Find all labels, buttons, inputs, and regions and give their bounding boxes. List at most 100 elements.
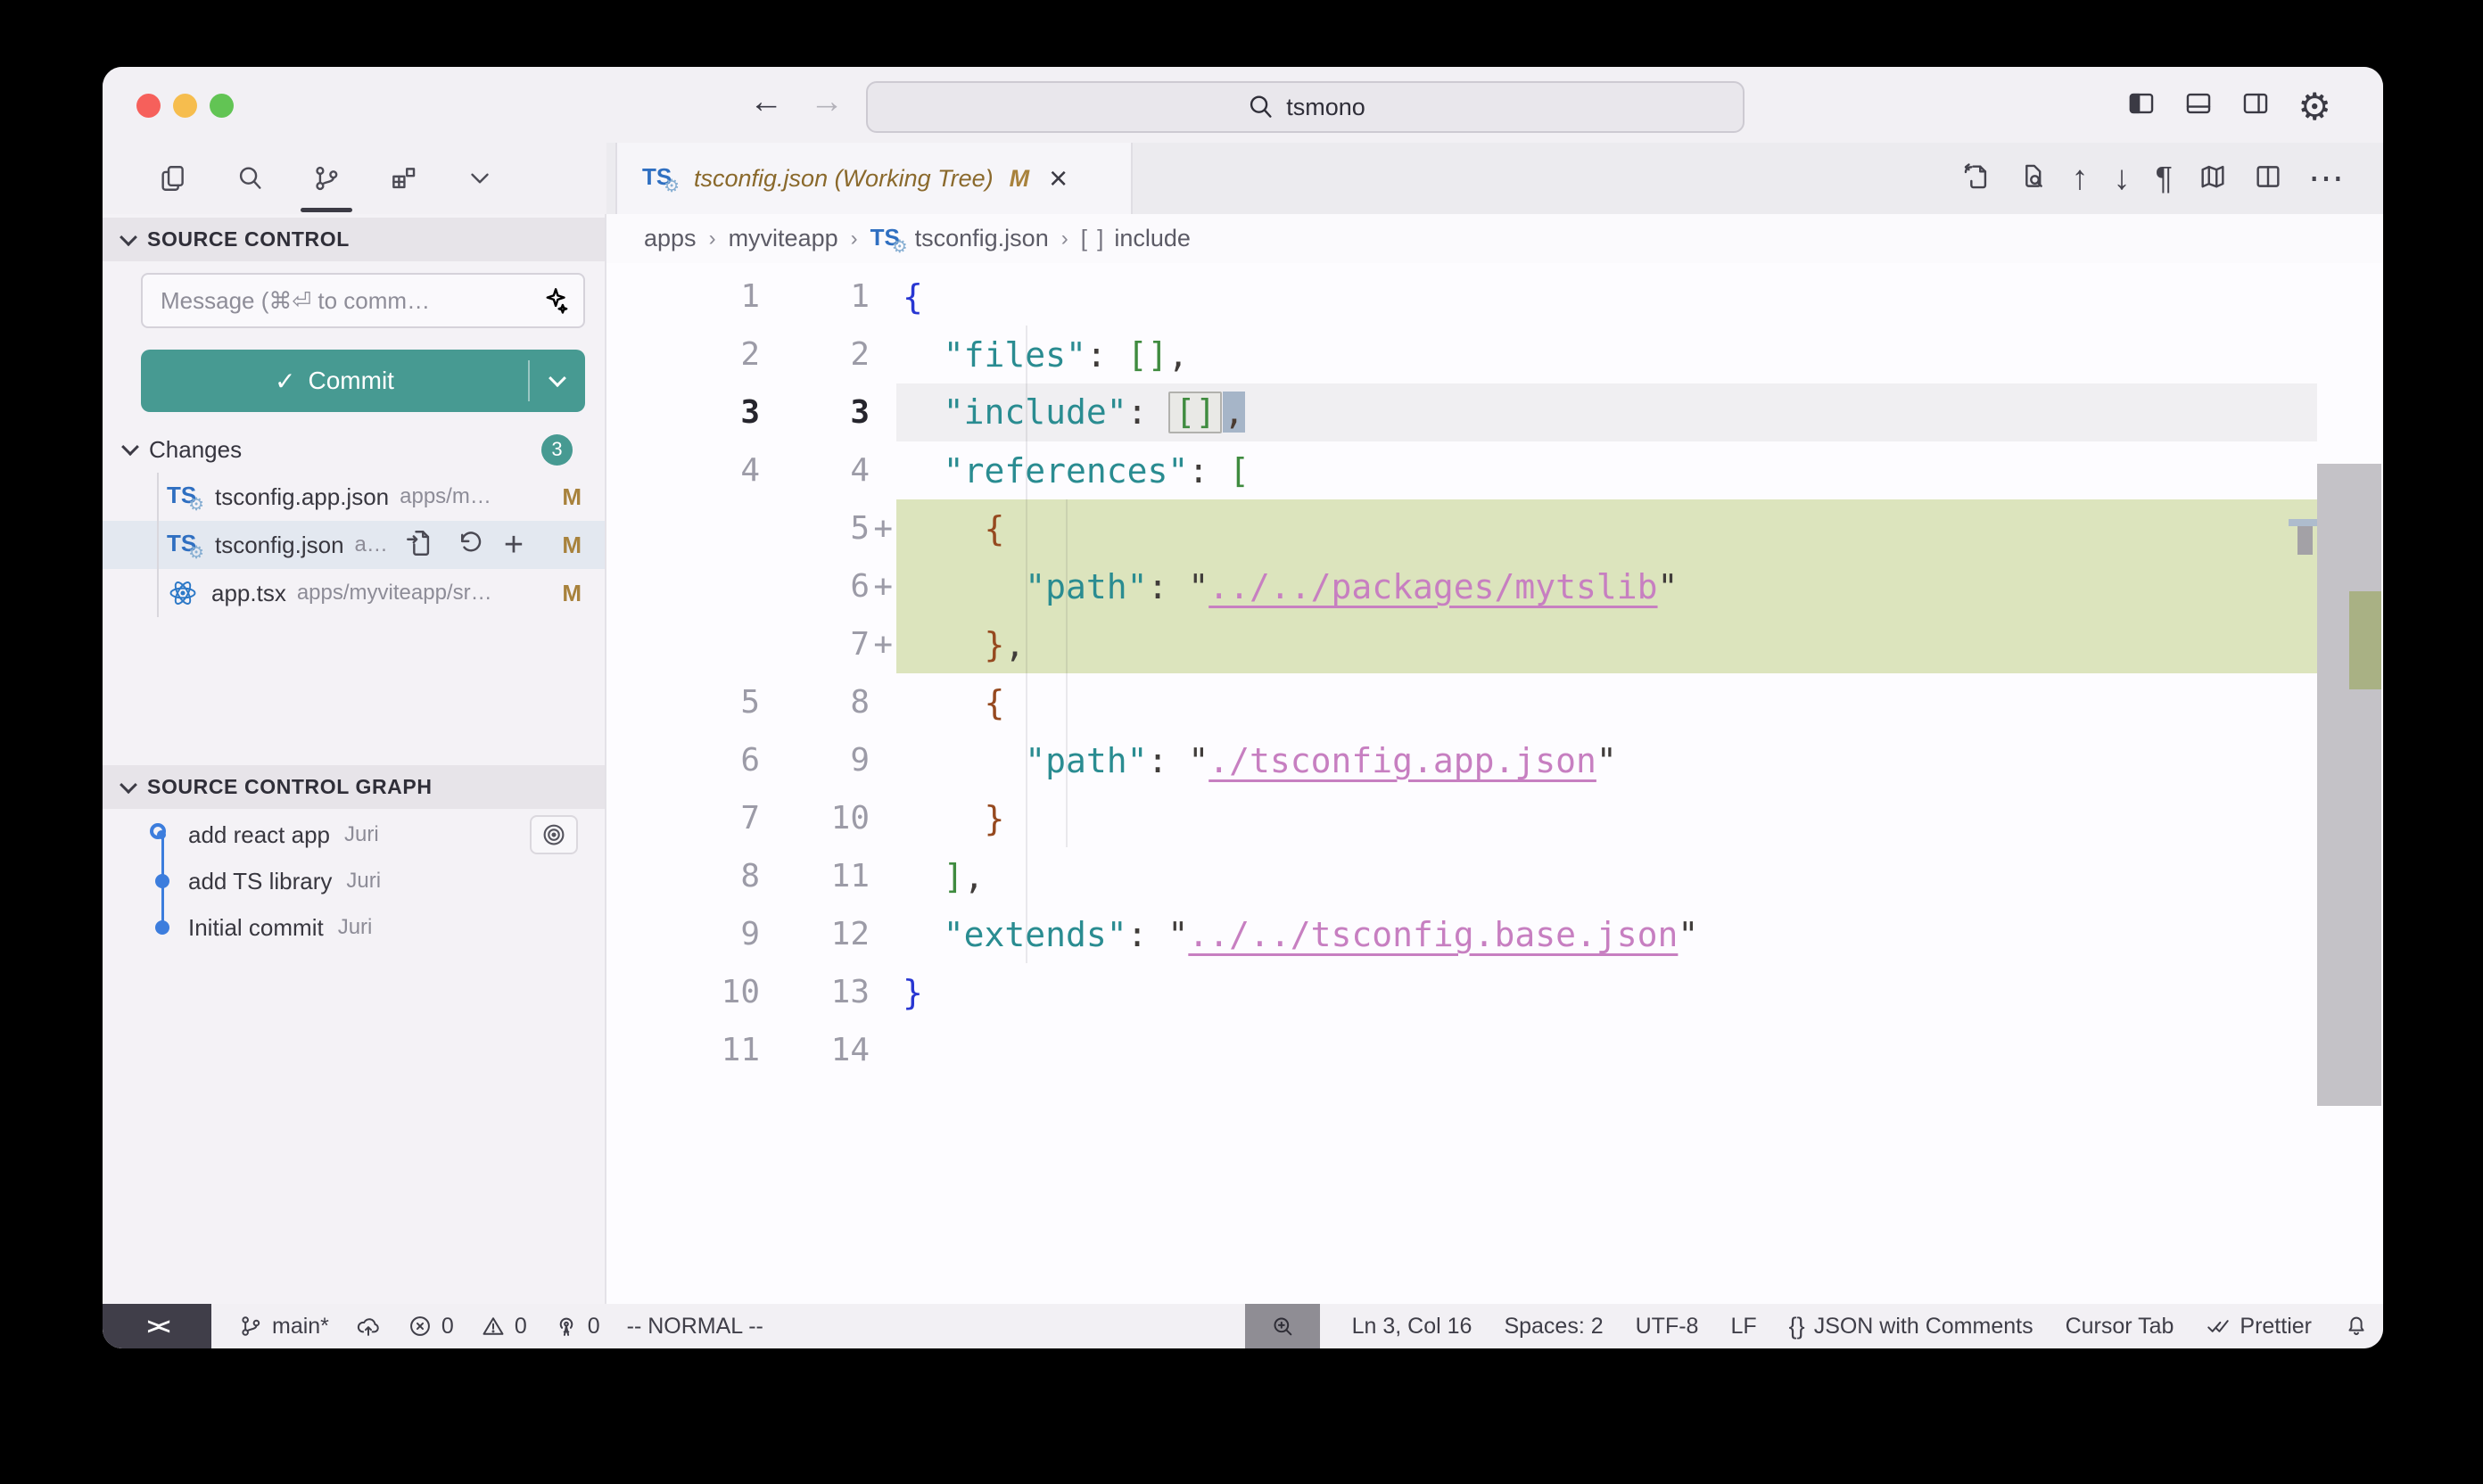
files-icon xyxy=(158,163,188,194)
file-search-icon xyxy=(2017,161,2047,192)
commit-row-add-ts-library[interactable]: add TS libraryJuri xyxy=(103,858,605,904)
code-line-14[interactable]: 1114 xyxy=(606,1021,2383,1079)
code-line-9[interactable]: 69 "path": "./tsconfig.app.json" xyxy=(606,731,2383,789)
commit-button[interactable]: ✓ Commit xyxy=(141,350,585,412)
close-window-button[interactable] xyxy=(136,94,161,118)
formatter[interactable]: Prettier xyxy=(2206,1314,2312,1340)
new-line-number: 3 xyxy=(760,394,870,431)
breadcrumb-item-apps[interactable]: apps xyxy=(644,225,697,252)
code-line-8[interactable]: 58 { xyxy=(606,673,2383,731)
added-line-marker: + xyxy=(873,568,893,605)
breadcrumb-item-include[interactable]: [ ]include xyxy=(1081,225,1191,252)
diff-editor[interactable]: 11{22 "files": [],33 "include": [],44 "r… xyxy=(606,263,2383,1304)
gear-button[interactable]: ⚙ xyxy=(2297,88,2331,126)
warning-count[interactable]: 0 xyxy=(481,1314,527,1340)
notifications[interactable] xyxy=(2344,1314,2369,1339)
activity-bar xyxy=(158,143,495,214)
forward-button[interactable]: → xyxy=(810,83,844,121)
zoom-indicator[interactable] xyxy=(1245,1304,1320,1348)
commit-row-initial-commit[interactable]: Initial commitJuri xyxy=(103,904,605,951)
language-mode[interactable]: {}JSON with Comments xyxy=(1789,1314,2033,1340)
code-line-1[interactable]: 11{ xyxy=(606,268,2383,326)
change-row-tsconfig.app.json[interactable]: TS⚙tsconfig.app.jsonapps/m…M xyxy=(103,473,605,521)
open-changes-button[interactable] xyxy=(1961,161,1992,196)
change-row-tsconfig.json[interactable]: TS⚙tsconfig.jsona…+M xyxy=(103,521,605,569)
maximize-window-button[interactable] xyxy=(210,94,234,118)
commit-message-input[interactable] xyxy=(161,287,539,315)
source-control-graph-header[interactable]: SOURCE CONTROL GRAPH xyxy=(103,765,605,809)
code-line-13[interactable]: 1013} xyxy=(606,963,2383,1021)
scrollbar[interactable] xyxy=(2317,464,2381,1106)
tab-close-icon[interactable]: × xyxy=(1049,160,1068,197)
ellipsis-button[interactable]: ⋯ xyxy=(2308,161,2346,196)
discard-button[interactable] xyxy=(454,528,484,563)
code-line-7[interactable]: 7+ }, xyxy=(606,615,2383,673)
code-text: { xyxy=(903,683,1004,722)
arrow-up-button[interactable]: ↑ xyxy=(2072,161,2089,195)
cursor-tab[interactable]: Cursor Tab xyxy=(2066,1314,2174,1340)
search-value: tsmono xyxy=(1286,94,1365,121)
activity-item-files[interactable] xyxy=(158,143,188,214)
layout-panel-button[interactable] xyxy=(2183,88,2214,126)
plus-button[interactable]: + xyxy=(504,528,524,562)
changes-section-header[interactable]: Changes 3 xyxy=(103,428,605,471)
split-editor-button[interactable] xyxy=(2253,161,2283,196)
map-button[interactable] xyxy=(2198,161,2228,196)
sparkle-icon[interactable] xyxy=(539,285,569,316)
code-line-12[interactable]: 912 "extends": "../../tsconfig.base.json… xyxy=(606,905,2383,963)
ellipsis-icon: ⋯ xyxy=(2308,161,2346,196)
branch-indicator[interactable]: main* xyxy=(238,1314,329,1340)
activity-item-search[interactable] xyxy=(235,143,265,214)
warning-icon xyxy=(481,1314,506,1339)
eol[interactable]: LF xyxy=(1730,1314,1756,1340)
code-text: } xyxy=(903,799,1004,838)
double-check-icon xyxy=(2206,1314,2231,1339)
code-line-4[interactable]: 44 "references": [ xyxy=(606,441,2383,499)
layout-sidebar-left-button[interactable] xyxy=(2126,88,2157,126)
activity-item-chevron-down[interactable] xyxy=(465,143,495,214)
layout-sidebar-right-button[interactable] xyxy=(2240,88,2271,126)
code-text: "path": "../../packages/mytslib" xyxy=(903,567,1678,606)
encoding[interactable]: UTF-8 xyxy=(1636,1314,1699,1340)
modified-badge: M xyxy=(562,580,582,607)
code-line-11[interactable]: 811 ], xyxy=(606,847,2383,905)
port-forward-count[interactable]: 0 xyxy=(554,1314,600,1340)
remote-icon: >< xyxy=(147,1313,167,1340)
commit-dropdown-button[interactable] xyxy=(530,375,585,387)
code-line-2[interactable]: 22 "files": [], xyxy=(606,326,2383,383)
code-text: "extends": "../../tsconfig.base.json" xyxy=(903,915,1698,954)
old-line-number: 1 xyxy=(606,278,760,315)
code-line-6[interactable]: 6+ "path": "../../packages/mytslib" xyxy=(606,557,2383,615)
arrow-down-button[interactable]: ↓ xyxy=(2114,161,2131,195)
code-line-5[interactable]: 5+ { xyxy=(606,499,2383,557)
go-to-file-button[interactable] xyxy=(404,528,434,563)
vim-mode[interactable]: -- NORMAL -- xyxy=(627,1314,763,1340)
activity-item-extensions[interactable] xyxy=(388,143,418,214)
indentation[interactable]: Spaces: 2 xyxy=(1504,1314,1603,1340)
pilcrow-button[interactable]: ¶ xyxy=(2156,162,2173,194)
commit-row-add-react-app[interactable]: add react appJuri xyxy=(103,812,605,858)
command-center-search[interactable]: tsmono xyxy=(866,81,1745,133)
gear-icon: ⚙ xyxy=(2297,88,2331,126)
minimize-window-button[interactable] xyxy=(173,94,197,118)
error-count[interactable]: 0 xyxy=(408,1314,454,1340)
cursor-position[interactable]: Ln 3, Col 16 xyxy=(1352,1314,1472,1340)
publish-button[interactable] xyxy=(356,1314,381,1339)
tab-tsconfig-working-tree[interactable]: TS⚙ tsconfig.json (Working Tree) M × xyxy=(615,143,1133,214)
change-row-app.tsx[interactable]: app.tsxapps/myviteapp/sr…M xyxy=(103,569,605,617)
back-button[interactable]: ← xyxy=(749,83,783,121)
old-line-number: 10 xyxy=(606,974,760,1010)
code-line-3[interactable]: 33 "include": [], xyxy=(606,383,2383,441)
file-search-button[interactable] xyxy=(2017,161,2047,196)
new-line-number: 12 xyxy=(760,916,870,952)
breadcrumb-item-tsconfig.json[interactable]: TS⚙tsconfig.json xyxy=(870,224,1049,254)
added-line-marker: + xyxy=(873,510,893,547)
activity-item-source-control[interactable] xyxy=(311,143,342,214)
remote-indicator[interactable]: >< xyxy=(103,1304,211,1348)
react-icon xyxy=(167,577,199,609)
breadcrumb-item-myviteapp[interactable]: myviteapp xyxy=(729,225,838,252)
old-line-number: 11 xyxy=(606,1032,760,1068)
code-line-10[interactable]: 710 } xyxy=(606,789,2383,847)
target-button[interactable] xyxy=(530,815,578,854)
source-control-header[interactable]: SOURCE CONTROL xyxy=(103,218,605,261)
